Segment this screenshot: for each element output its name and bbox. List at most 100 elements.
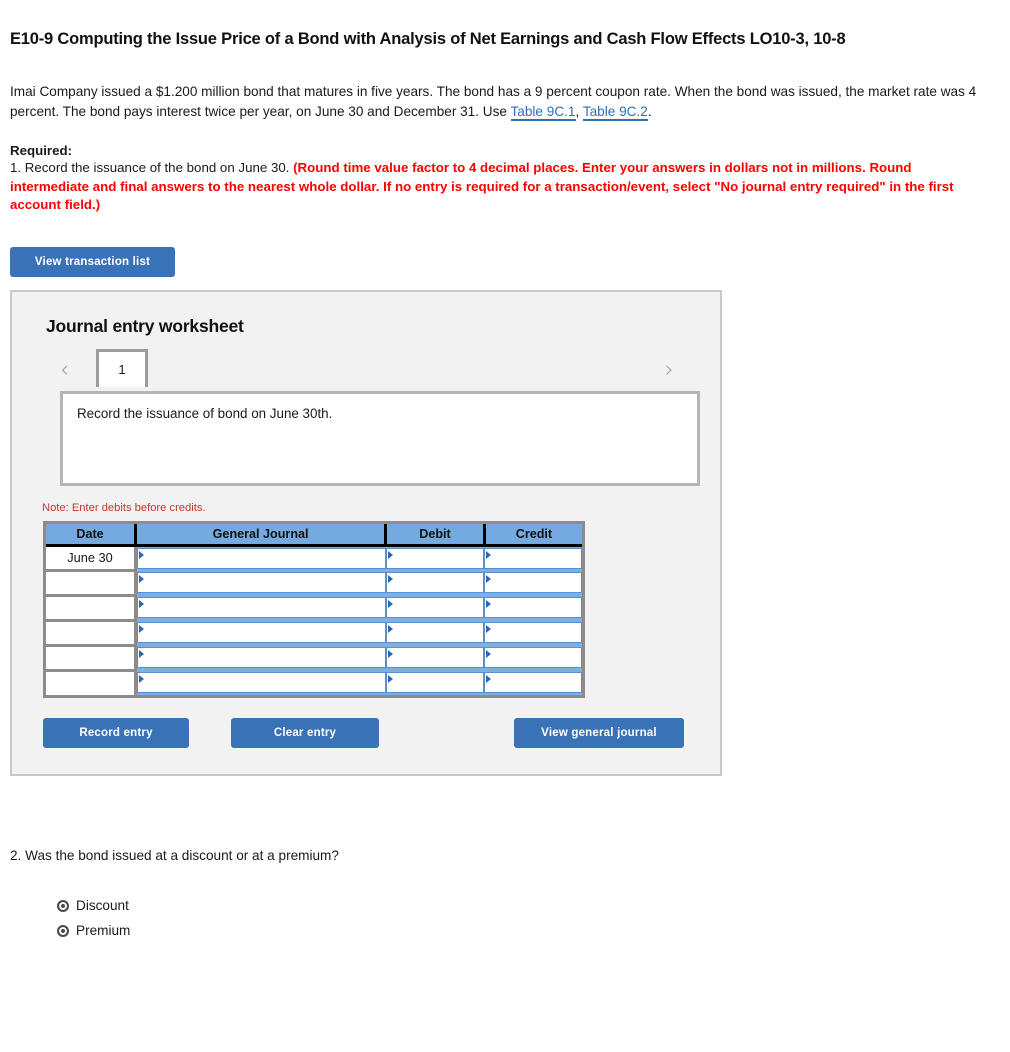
credit-input-cell xyxy=(484,570,582,596)
column-header-credit: Credit xyxy=(484,524,582,547)
credit-input[interactable] xyxy=(484,548,582,570)
dropdown-triangle-icon xyxy=(139,625,144,634)
dropdown-triangle-icon xyxy=(139,650,144,659)
chevron-right-icon[interactable]: › xyxy=(665,357,674,383)
date-cell[interactable] xyxy=(46,570,137,597)
record-entry-button[interactable]: Record entry xyxy=(43,718,189,749)
general-journal-input[interactable] xyxy=(137,622,386,644)
general-journal-input-cell xyxy=(135,545,386,571)
dropdown-triangle-icon xyxy=(486,625,492,634)
general-journal-input[interactable] xyxy=(137,672,386,694)
statement-text-part1: Imai Company issued a $1.200 million bon… xyxy=(10,84,977,119)
dropdown-triangle-icon xyxy=(387,650,393,659)
table-9c2-link[interactable]: Table 9C.2 xyxy=(582,103,648,121)
dropdown-triangle-icon xyxy=(139,551,144,560)
debit-input[interactable] xyxy=(385,622,485,644)
view-transaction-list-container: View transaction list xyxy=(10,247,1000,278)
table-row xyxy=(46,670,582,696)
table-row xyxy=(46,645,582,672)
debit-input-cell xyxy=(385,670,485,696)
dropdown-triangle-icon xyxy=(486,600,492,609)
view-general-journal-button[interactable]: View general journal xyxy=(514,718,684,749)
chevron-left-icon[interactable]: ‹ xyxy=(60,357,69,383)
general-journal-input-cell xyxy=(135,620,386,646)
journal-entry-worksheet-panel: Journal entry worksheet ‹ 1 › Record the… xyxy=(10,290,722,777)
general-journal-input[interactable] xyxy=(137,548,386,570)
radio-option-label: Premium xyxy=(76,923,131,939)
transaction-description-box: Record the issuance of bond on June 30th… xyxy=(60,391,700,487)
dropdown-triangle-icon xyxy=(139,600,144,609)
exercise-page: E10-9 Computing the Issue Price of a Bon… xyxy=(0,28,1010,943)
radio-button-icon[interactable] xyxy=(57,924,69,937)
general-journal-input-cell xyxy=(135,670,386,696)
debit-input[interactable] xyxy=(385,597,485,619)
radio-option-label: Discount xyxy=(76,898,129,914)
required-instruction-plain: 1. Record the issuance of the bond on Ju… xyxy=(10,159,294,175)
credit-input-cell xyxy=(484,595,582,621)
dropdown-triangle-icon xyxy=(486,551,492,560)
view-transaction-list-button[interactable]: View transaction list xyxy=(10,247,175,278)
dropdown-triangle-icon xyxy=(486,575,492,584)
dropdown-triangle-icon xyxy=(387,675,393,684)
table-row: June 30 xyxy=(46,545,582,572)
table-9c1-link[interactable]: Table 9C.1 xyxy=(510,103,576,121)
debit-input[interactable] xyxy=(385,647,485,669)
journal-entry-table: Date General Journal Debit Credit June 3… xyxy=(46,524,582,696)
column-header-debit: Debit xyxy=(385,524,486,547)
column-header-general-journal: General Journal xyxy=(135,524,388,547)
credit-input[interactable] xyxy=(484,622,582,644)
question-2-text: 2. Was the bond issued at a discount or … xyxy=(10,848,339,864)
credit-input[interactable] xyxy=(484,597,582,619)
debits-before-credits-note: Note: Enter debits before credits. xyxy=(42,502,206,515)
general-journal-input-cell xyxy=(135,645,386,671)
credit-input-cell xyxy=(484,545,582,571)
table-row xyxy=(46,620,582,647)
general-journal-input[interactable] xyxy=(137,597,386,619)
credit-input-cell xyxy=(484,645,582,671)
worksheet-pager: ‹ 1 › xyxy=(34,349,698,391)
required-label: Required: xyxy=(10,142,73,158)
clear-entry-button[interactable]: Clear entry xyxy=(231,718,379,749)
debit-input-cell xyxy=(385,620,485,646)
transaction-description-text: Record the issuance of bond on June 30th… xyxy=(77,406,333,422)
date-cell[interactable]: June 30 xyxy=(46,545,137,572)
dropdown-triangle-icon xyxy=(139,675,144,684)
worksheet-tab-1[interactable]: 1 xyxy=(96,349,148,388)
debit-input[interactable] xyxy=(385,572,485,594)
general-journal-input[interactable] xyxy=(137,572,386,594)
worksheet-actions: Record entry Clear entry View general jo… xyxy=(43,718,698,750)
debit-input-cell xyxy=(385,595,485,621)
general-journal-input[interactable] xyxy=(137,647,386,669)
credit-input[interactable] xyxy=(484,572,582,594)
date-cell[interactable] xyxy=(46,595,137,622)
debit-input-cell xyxy=(385,645,485,671)
problem-statement: Imai Company issued a $1.200 million bon… xyxy=(10,82,990,121)
debit-input-cell xyxy=(385,545,485,571)
general-journal-input-cell xyxy=(135,570,386,596)
worksheet-heading: Journal entry worksheet xyxy=(46,316,244,337)
dropdown-triangle-icon xyxy=(387,600,393,609)
credit-input[interactable] xyxy=(484,672,582,694)
dropdown-triangle-icon xyxy=(139,575,144,584)
table-row xyxy=(46,570,582,597)
radio-option-premium[interactable]: Premium xyxy=(57,918,1000,943)
debit-input[interactable] xyxy=(385,672,485,694)
table-header-row: Date General Journal Debit Credit xyxy=(46,524,582,547)
date-cell[interactable] xyxy=(46,645,137,672)
date-cell[interactable] xyxy=(46,670,137,696)
statement-separator: , xyxy=(575,103,583,119)
required-instruction: 1. Record the issuance of the bond on Ju… xyxy=(10,159,990,216)
column-header-date: Date xyxy=(46,524,137,547)
credit-input[interactable] xyxy=(484,647,582,669)
dropdown-triangle-icon xyxy=(387,575,393,584)
table-row xyxy=(46,595,582,622)
credit-input-cell xyxy=(484,620,582,646)
radio-button-icon[interactable] xyxy=(57,899,69,912)
date-cell[interactable] xyxy=(46,620,137,647)
radio-option-discount[interactable]: Discount xyxy=(57,893,1000,918)
discount-premium-radio-group: Discount Premium xyxy=(57,893,1000,943)
debit-input[interactable] xyxy=(385,548,485,570)
journal-table-container: Date General Journal Debit Credit June 3… xyxy=(43,521,585,699)
credit-input-cell xyxy=(484,670,582,696)
dropdown-triangle-icon xyxy=(387,551,393,560)
